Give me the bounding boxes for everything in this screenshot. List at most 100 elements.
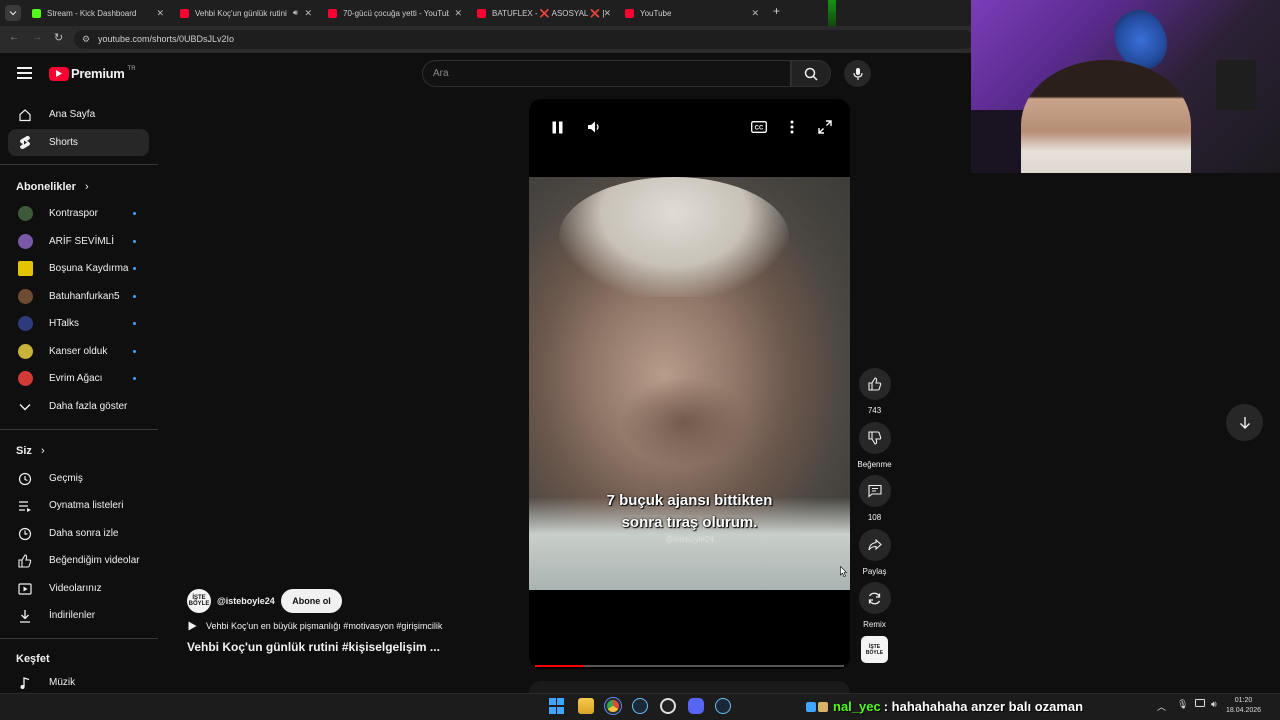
new-tab-button[interactable]: +	[773, 4, 780, 18]
dislike-button[interactable]	[858, 422, 891, 454]
music-note-icon	[17, 675, 33, 691]
reload-icon[interactable]: ↻	[54, 31, 63, 44]
subscription-item[interactable]: Batuhanfurkan5	[8, 283, 149, 310]
like-button[interactable]	[858, 368, 891, 400]
close-tab-icon[interactable]: ✕	[603, 8, 611, 19]
sidebar-item-history[interactable]: Geçmiş	[8, 465, 149, 492]
sidebar-item-shorts[interactable]: Shorts	[8, 129, 149, 156]
sidebar-divider	[0, 164, 158, 165]
subscribe-button[interactable]: Abone ol	[281, 589, 342, 613]
remix-action: Remix	[857, 582, 892, 629]
close-tab-icon[interactable]: ✕	[751, 8, 759, 19]
home-icon	[17, 107, 33, 123]
new-content-dot	[133, 322, 136, 325]
shorts-icon	[17, 135, 33, 151]
play-icon	[188, 621, 197, 631]
sidebar-item-music[interactable]: Müzik	[8, 669, 149, 696]
close-tab-icon[interactable]: ✕	[454, 8, 462, 19]
shorts-player[interactable]: 7 buçuk ajansı bittikten sonra tıraş olu…	[529, 99, 850, 669]
forward-icon[interactable]: →	[32, 32, 42, 43]
channel-avatar	[18, 344, 33, 359]
youtube-favicon-icon	[477, 8, 486, 18]
url-field[interactable]: ⚙ youtube.com/shorts/0UBDsJLv2Io	[74, 30, 974, 49]
pause-button[interactable]	[547, 117, 567, 137]
tab-batuflex[interactable]: BATUFLEX - ❌ ASOSYAL ❌ [... ✕	[471, 3, 617, 23]
more-options-button[interactable]	[782, 117, 802, 137]
back-icon[interactable]: ←	[9, 32, 19, 43]
audio-playing-icon[interactable]: 🔊︎	[293, 8, 298, 18]
related-video-link[interactable]: Vehbi Koç'un en büyük pişmanlığı #motiva…	[188, 621, 442, 631]
obs-icon[interactable]	[660, 698, 676, 714]
audio-source-thumbnail[interactable]: İŞTE BÖYLE	[861, 636, 888, 663]
history-icon	[17, 471, 33, 487]
sidebar-item-watch-later[interactable]: Daha sonra izle	[8, 520, 149, 547]
subscription-item[interactable]: Evrim Ağacı	[8, 365, 149, 392]
explore-header: Keşfet	[16, 653, 50, 665]
file-explorer-icon[interactable]	[578, 698, 594, 714]
new-content-dot	[133, 295, 136, 298]
comment-count: 108	[867, 513, 882, 522]
comments-button[interactable]	[858, 475, 891, 507]
steam-icon-2[interactable]	[715, 698, 731, 714]
network-icon[interactable]	[1195, 699, 1205, 707]
tab-vehbi[interactable]: Vehbi Koç'un günlük rutini 🔊︎ ✕	[174, 3, 318, 23]
captions-button[interactable]: CC	[749, 117, 769, 137]
tab-search-button[interactable]	[5, 5, 21, 21]
show-more-button[interactable]: Daha fazla göster	[8, 393, 149, 420]
channel-avatar[interactable]: İŞTE BÖYLE	[187, 589, 211, 613]
new-content-dot	[133, 212, 136, 215]
expand-icon	[818, 120, 832, 134]
overlay-green-accent	[828, 0, 836, 26]
search-input[interactable]: Ara	[422, 60, 791, 87]
subscriptions-header[interactable]: Abonelikler ›	[16, 181, 89, 193]
video-face-shadow	[619, 377, 749, 467]
mouse-cursor-icon	[840, 564, 848, 582]
share-label: Paylaş	[862, 567, 887, 576]
sidebar-item-your-videos[interactable]: Videolarınız	[8, 575, 149, 602]
tab-70-gucu[interactable]: 70-gücü çocuğa yetti - YouTube ✕	[322, 3, 468, 23]
chevron-right-icon: ›	[40, 445, 45, 457]
sidebar-item-home[interactable]: Ana Sayfa	[8, 101, 149, 128]
close-tab-icon[interactable]: ✕	[156, 8, 164, 19]
webcam-person	[1021, 60, 1191, 173]
youtube-logo[interactable]: Premium TR	[49, 66, 136, 81]
download-icon	[17, 608, 33, 624]
microphone-icon	[852, 67, 863, 80]
sidebar-item-downloads[interactable]: İndirilenler	[8, 602, 149, 629]
system-clock[interactable]: 01:20 18.04.2026	[1226, 696, 1261, 716]
close-tab-icon[interactable]: ✕	[304, 8, 312, 19]
chat-username: nal_yec	[833, 699, 881, 714]
short-title[interactable]: Vehbi Koç'un günlük rutini #kişiselgeliş…	[187, 640, 440, 654]
menu-icon[interactable]	[17, 67, 32, 79]
channel-handle[interactable]: @isteboyle24	[217, 596, 275, 606]
dislike-label: Beğenme	[857, 460, 892, 469]
microphone-tray-icon[interactable]: 🎙︎	[1177, 699, 1188, 710]
thumbs-up-icon	[17, 553, 33, 569]
sidebar-item-playlists[interactable]: Oynatma listeleri	[8, 492, 149, 519]
discord-icon[interactable]	[688, 698, 704, 714]
share-button[interactable]	[858, 529, 891, 561]
sidebar-item-liked-videos[interactable]: Beğendiğim videolar	[8, 547, 149, 574]
fullscreen-button[interactable]	[815, 117, 835, 137]
thumbs-up-icon	[867, 377, 881, 391]
subscription-item[interactable]: HTalks	[8, 310, 149, 337]
tab-youtube[interactable]: YouTube ✕	[619, 3, 765, 23]
subscription-item[interactable]: Kanser olduk	[8, 338, 149, 365]
volume-button[interactable]	[584, 117, 604, 137]
you-header[interactable]: Siz ›	[16, 445, 45, 457]
tab-kick[interactable]: Stream - Kick Dashboard ✕	[26, 3, 170, 23]
tray-chevron-up-icon[interactable]: ︿	[1157, 700, 1166, 713]
start-button[interactable]	[549, 698, 565, 714]
site-info-icon[interactable]: ⚙	[82, 30, 90, 49]
next-short-button[interactable]	[1226, 404, 1263, 441]
remix-button[interactable]	[858, 582, 891, 614]
subscription-item[interactable]: ARİF SEVİMLİ	[8, 228, 149, 255]
voice-search-button[interactable]	[844, 60, 871, 87]
youtube-favicon-icon	[328, 8, 337, 18]
search-button[interactable]	[791, 60, 831, 87]
speaker-tray-icon[interactable]: 🔊︎	[1211, 699, 1217, 710]
subscription-item[interactable]: Kontraspor	[8, 200, 149, 227]
subscription-item[interactable]: Boşuna Kaydırma	[8, 255, 149, 282]
chrome-icon[interactable]	[605, 698, 621, 714]
steam-icon[interactable]	[632, 698, 648, 714]
